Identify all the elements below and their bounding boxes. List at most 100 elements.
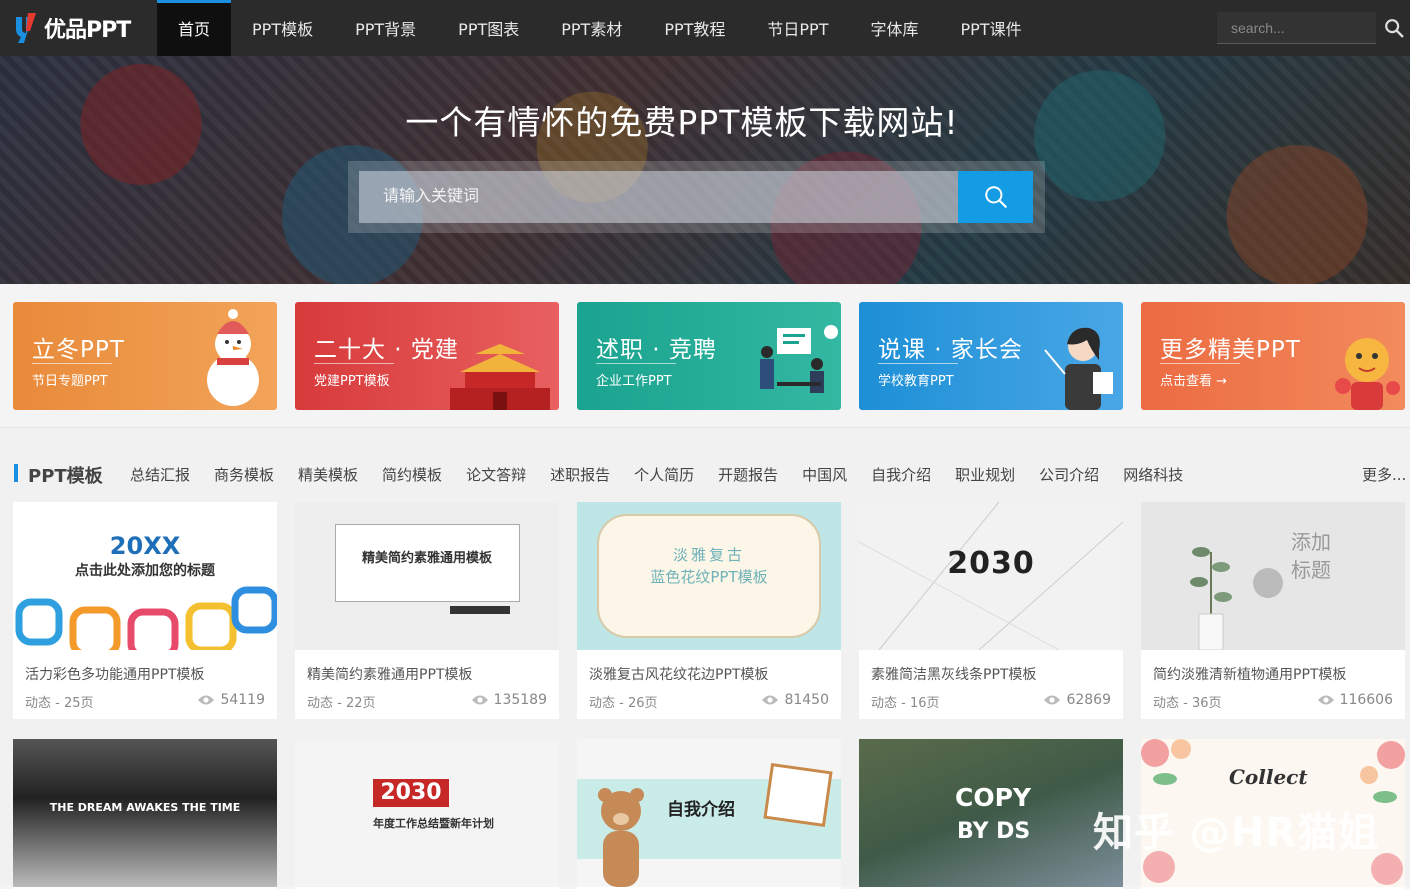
category-tab[interactable]: 精美模板 <box>286 464 370 485</box>
feature-banners: 立冬PPT 节日专题PPT 二十大 · 党建 党建PPT模板 述职 · 竞聘 企… <box>13 302 1405 410</box>
banner-divider <box>878 363 958 364</box>
template-card[interactable]: 精美简约素雅通用模板 精美简约素雅通用PPT模板 动态 - 22页 135189 <box>295 502 559 719</box>
nav-item-home[interactable]: 首页 <box>157 0 232 56</box>
hero-search-input[interactable] <box>359 171 958 223</box>
banner-party[interactable]: 二十大 · 党建 党建PPT模板 <box>295 302 559 410</box>
view-count: 116606 <box>1317 692 1393 708</box>
template-title[interactable]: 精美简约素雅通用PPT模板 <box>307 664 472 684</box>
banner-subtitle: 点击查看 → <box>1160 374 1228 389</box>
nav-item-ppt-assets[interactable]: PPT素材 <box>540 0 643 56</box>
category-tab[interactable]: 商务模板 <box>202 464 286 485</box>
hero-search <box>348 161 1045 233</box>
template-title[interactable]: 素雅简洁黑灰线条PPT模板 <box>871 664 1036 684</box>
nav-item-ppt-backgrounds[interactable]: PPT背景 <box>334 0 437 56</box>
template-thumbnail: 精美简约素雅通用模板 <box>295 502 559 650</box>
template-card[interactable]: 添加标题 简约淡雅清新植物通用PPT模板 动态 - 36页 116606 <box>1141 502 1405 719</box>
banner-subtitle: 节日专题PPT <box>32 374 108 389</box>
category-tab[interactable]: 个人简历 <box>622 464 706 485</box>
template-title[interactable]: 淡雅复古风花纹花边PPT模板 <box>589 664 768 684</box>
logo-icon <box>16 13 36 43</box>
banner-lecture[interactable]: 说课 · 家长会 学校教育PPT <box>859 302 1123 410</box>
thumb-subheading: 点击此处添加您的标题 <box>75 563 215 579</box>
section-accent-bar <box>14 464 18 482</box>
category-tabs: 总结汇报 商务模板 精美模板 简约模板 论文答辩 述职报告 个人简历 开题报告 … <box>118 464 1195 485</box>
template-card[interactable]: COPY BY DS <box>859 739 1123 889</box>
category-tab[interactable]: 公司介绍 <box>1027 464 1111 485</box>
category-tab[interactable]: 网络科技 <box>1111 464 1195 485</box>
template-meta: 动态 - 26页 <box>589 696 658 711</box>
thumb-heading: 淡雅复古 <box>672 546 745 564</box>
thumb-footer-bar <box>450 606 510 614</box>
template-card[interactable]: 淡雅复古 蓝色花纹PPT模板 淡雅复古风花纹花边PPT模板 动态 - 26页 8… <box>577 502 841 719</box>
watermark: 知乎 @HR猫姐 <box>1093 810 1380 856</box>
view-count: 54119 <box>197 692 265 708</box>
hero-banner: 一个有情怀的免费PPT模板下载网站! <box>0 56 1410 284</box>
banner-title: 二十大 · 党建 <box>314 337 459 363</box>
thumb-heading: 添加标题 <box>1291 530 1331 582</box>
view-count-value: 81450 <box>784 692 829 708</box>
hero-title: 一个有情怀的免费PPT模板下载网站! <box>405 103 959 142</box>
template-thumbnail: 添加标题 <box>1141 502 1405 650</box>
category-tab[interactable]: 述职报告 <box>538 464 622 485</box>
nav-item-ppt-charts[interactable]: PPT图表 <box>437 0 540 56</box>
view-count: 135189 <box>471 692 547 708</box>
eye-icon <box>1317 695 1334 705</box>
eye-icon <box>762 695 779 705</box>
thumb-subheading: 蓝色花纹PPT模板 <box>650 568 768 586</box>
search-icon[interactable] <box>1383 17 1405 39</box>
category-tab[interactable]: 总结汇报 <box>118 464 202 485</box>
banner-more[interactable]: 更多精美PPT 点击查看 → <box>1141 302 1405 410</box>
template-card[interactable]: 2030 素雅简洁黑灰线条PPT模板 动态 - 16页 62869 <box>859 502 1123 719</box>
thumb-photo-frame <box>763 762 833 828</box>
eye-icon <box>198 695 215 705</box>
category-tab[interactable]: 职业规划 <box>943 464 1027 485</box>
eye-icon <box>471 695 488 705</box>
nav-item-ppt-tutorials[interactable]: PPT教程 <box>643 0 746 56</box>
banner-title: 述职 · 竞聘 <box>596 337 717 363</box>
thumb-heading: 2030 <box>947 546 1035 581</box>
thumb-heading: THE DREAM AWAKES THE TIME <box>49 801 241 814</box>
nav-search-input[interactable] <box>1217 12 1376 44</box>
nav-item-courseware[interactable]: PPT课件 <box>940 0 1043 56</box>
view-count: 62869 <box>1043 692 1111 708</box>
nav-item-ppt-templates[interactable]: PPT模板 <box>231 0 334 56</box>
view-count-value: 116606 <box>1339 692 1393 708</box>
site-logo[interactable]: 优品PPT <box>0 0 157 56</box>
banner-winter[interactable]: 立冬PPT 节日专题PPT <box>13 302 277 410</box>
category-tab[interactable]: 论文答辩 <box>454 464 538 485</box>
banner-report[interactable]: 述职 · 竞聘 企业工作PPT <box>577 302 841 410</box>
nav-item-holiday-ppt[interactable]: 节日PPT <box>746 0 849 56</box>
template-card[interactable]: THE DREAM AWAKES THE TIME <box>13 739 277 889</box>
section-title: PPT模板 <box>28 466 103 487</box>
view-count-value: 62869 <box>1066 692 1111 708</box>
banner-divider <box>314 363 394 364</box>
template-card[interactable]: 20XX 点击此处添加您的标题 活力彩色多功能通用PPT模板 动态 - 25页 … <box>13 502 277 719</box>
view-count-value: 54119 <box>220 692 265 708</box>
top-nav: 优品PPT 首页 PPT模板 PPT背景 PPT图表 PPT素材 PPT教程 节… <box>0 0 1410 56</box>
template-title[interactable]: 简约淡雅清新植物通用PPT模板 <box>1153 664 1346 684</box>
category-tab[interactable]: 中国风 <box>790 464 859 485</box>
category-tab[interactable]: 自我介绍 <box>859 464 943 485</box>
template-thumbnail: 自我介绍 <box>577 739 841 887</box>
more-link[interactable]: 更多... <box>1362 464 1406 485</box>
template-meta: 动态 - 36页 <box>1153 696 1222 711</box>
banner-title: 说课 · 家长会 <box>878 337 1023 363</box>
nav-item-fonts[interactable]: 字体库 <box>849 0 939 56</box>
view-count: 81450 <box>761 692 829 708</box>
banner-title: 立冬PPT <box>32 337 125 363</box>
tiger-illustration <box>1335 338 1400 410</box>
hero-search-button[interactable] <box>958 171 1033 223</box>
template-thumbnail: COPY BY DS <box>859 739 1123 887</box>
nav-menu: 首页 PPT模板 PPT背景 PPT图表 PPT素材 PPT教程 节日PPT 字… <box>157 0 1043 56</box>
banner-subtitle: 党建PPT模板 <box>314 374 390 389</box>
template-card[interactable]: 自我介绍 <box>577 739 841 889</box>
template-title[interactable]: 活力彩色多功能通用PPT模板 <box>25 664 204 684</box>
template-card[interactable]: 2030 年度工作总结暨新年计划 <box>295 739 559 889</box>
snowman-illustration <box>207 309 259 406</box>
template-thumbnail: 淡雅复古 蓝色花纹PPT模板 <box>577 502 841 650</box>
banner-divider <box>1160 363 1240 364</box>
category-tab[interactable]: 简约模板 <box>370 464 454 485</box>
template-thumbnail: THE DREAM AWAKES THE TIME <box>13 739 277 887</box>
logo-text: 优品PPT <box>44 18 131 43</box>
category-tab[interactable]: 开题报告 <box>706 464 790 485</box>
